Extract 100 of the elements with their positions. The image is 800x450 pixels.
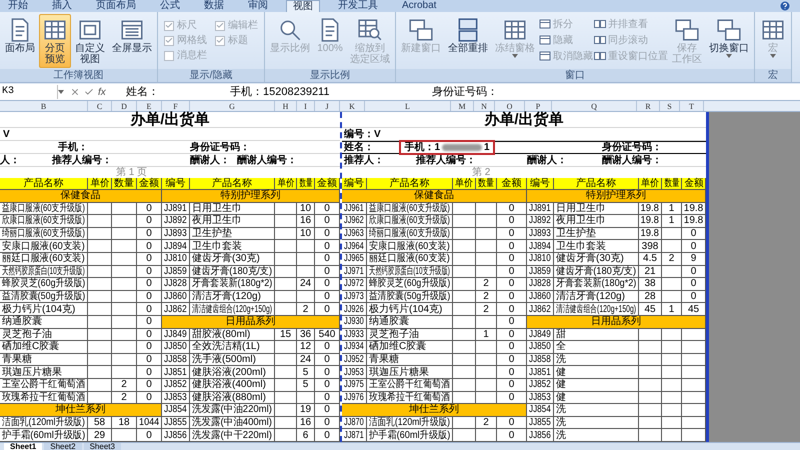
table-cell bbox=[275, 366, 297, 379]
column-header[interactable]: F bbox=[162, 101, 190, 111]
table-cell: 5 bbox=[297, 378, 315, 392]
table-cell: 0 bbox=[137, 202, 162, 216]
table-cell: JJ828 bbox=[527, 278, 554, 291]
table-cell: 全效洗洁精(1L) bbox=[190, 341, 275, 354]
table-cell bbox=[275, 378, 297, 392]
table-cell bbox=[453, 378, 476, 392]
column-header[interactable]: C bbox=[88, 101, 112, 111]
table-cell bbox=[275, 215, 297, 228]
column-header[interactable]: P bbox=[525, 101, 552, 111]
table-cell: 卫生护垫 bbox=[554, 228, 639, 240]
column-header[interactable]: D bbox=[112, 101, 137, 111]
table-cell: 纳通胶囊 bbox=[0, 316, 88, 329]
column-header[interactable]: B bbox=[0, 101, 88, 111]
table-cell: 健 bbox=[554, 378, 639, 392]
column-header[interactable]: L bbox=[365, 101, 451, 111]
column-header[interactable]: M bbox=[451, 101, 474, 111]
ribbon-button[interactable]: 全部重排 bbox=[445, 14, 491, 68]
name-box[interactable]: K3 bbox=[0, 85, 58, 99]
table-cell bbox=[88, 266, 112, 278]
info-label: 姓名： bbox=[342, 142, 374, 153]
table-cell: JJ971 bbox=[342, 266, 367, 278]
table-cell: JJ893 bbox=[162, 228, 190, 240]
table-cell: JJ849 bbox=[527, 328, 554, 342]
table-cell: 0 bbox=[682, 290, 706, 304]
table-cell: 王室公爵干红葡萄酒 bbox=[367, 378, 453, 392]
column-heading: 产品名称 bbox=[0, 178, 88, 190]
help-icon[interactable] bbox=[780, 1, 790, 11]
ribbon-button[interactable]: 面布局 bbox=[2, 14, 38, 68]
table-cell: 日用卫生巾 bbox=[554, 202, 639, 216]
ribbon-tab[interactable]: 插入 bbox=[46, 0, 78, 12]
sheet-tab[interactable]: Sheet1 bbox=[4, 442, 42, 450]
table-cell bbox=[112, 316, 137, 329]
info-label: 酬谢人编号： bbox=[237, 155, 297, 166]
ribbon-tab[interactable]: 开发工具 bbox=[332, 0, 384, 12]
windows-icon bbox=[674, 17, 700, 43]
table-cell bbox=[112, 252, 137, 266]
ribbon-button[interactable]: 分页 预览 bbox=[39, 14, 71, 68]
column-heading: 数量 bbox=[476, 178, 497, 190]
table-cell: 健齿牙膏(30克) bbox=[554, 252, 639, 266]
table-cell bbox=[662, 290, 682, 304]
table-cell: 2 bbox=[476, 278, 497, 291]
table-cell: 卫生巾套装 bbox=[190, 240, 275, 253]
column-header[interactable]: G bbox=[190, 101, 275, 111]
cancel-icon[interactable] bbox=[70, 87, 80, 97]
ribbon-tab[interactable]: 页面布局 bbox=[90, 0, 142, 12]
function-button[interactable]: fx bbox=[98, 84, 106, 100]
column-header[interactable]: I bbox=[297, 101, 315, 111]
table-cell: 夜用卫生巾 bbox=[554, 215, 639, 228]
table-cell: 0 bbox=[137, 303, 162, 316]
column-header[interactable]: E bbox=[137, 101, 162, 111]
ribbon-tab[interactable]: 数据 bbox=[198, 0, 230, 12]
table-cell bbox=[297, 392, 315, 404]
check-icon[interactable] bbox=[84, 87, 94, 97]
column-header[interactable]: Q bbox=[552, 101, 637, 111]
side-by-side-icon bbox=[594, 18, 606, 30]
column-header[interactable]: H bbox=[275, 101, 297, 111]
table-cell: 青果糖 bbox=[0, 354, 88, 366]
table-cell: 益康口服液(60支升级版) bbox=[367, 202, 453, 216]
column-header[interactable]: S bbox=[660, 101, 680, 111]
column-header[interactable]: N bbox=[474, 101, 495, 111]
ribbon-button[interactable]: 自定义 视图 bbox=[72, 14, 108, 68]
table-cell bbox=[639, 416, 662, 430]
table-cell bbox=[275, 228, 297, 240]
table-cell bbox=[476, 354, 497, 366]
ribbon-button[interactable]: 全屏显示 bbox=[109, 14, 155, 68]
table-cell: 0 bbox=[315, 228, 340, 240]
table-cell: 王室公爵干红葡萄酒 bbox=[0, 378, 88, 392]
table-cell bbox=[275, 202, 297, 216]
column-header[interactable]: K bbox=[340, 101, 365, 111]
ribbon-tab[interactable]: 公式 bbox=[154, 0, 186, 12]
table-cell: JJ926 bbox=[342, 303, 367, 316]
column-header[interactable]: R bbox=[637, 101, 660, 111]
ribbon-tab[interactable]: 视图 bbox=[286, 0, 320, 12]
column-heading: 数量 bbox=[112, 178, 137, 190]
table-cell: 天然钙胶原蛋白(10支升级版) bbox=[367, 266, 453, 278]
column-header[interactable]: J bbox=[315, 101, 340, 111]
table-cell: 健齿牙膏(180克/支) bbox=[554, 266, 639, 278]
table-cell: 欣康口服液(60支升级版) bbox=[367, 215, 453, 228]
table-cell: JJ894 bbox=[527, 240, 554, 253]
group-label: 窗口 bbox=[396, 69, 754, 82]
ribbon-tab[interactable]: 开始 bbox=[2, 0, 34, 12]
ribbon-button[interactable]: 切换窗口 bbox=[706, 14, 752, 68]
category-row: 坤仕兰系列 bbox=[0, 404, 162, 417]
table-cell bbox=[112, 240, 137, 253]
table-cell bbox=[476, 252, 497, 266]
ribbon-tab[interactable]: Acrobat bbox=[396, 0, 442, 12]
column-header[interactable]: T bbox=[680, 101, 704, 111]
table-cell: JJ858 bbox=[162, 354, 190, 366]
table-cell: JJ930 bbox=[342, 316, 367, 329]
table-cell: JJ860 bbox=[162, 290, 190, 304]
sheet-tab[interactable]: Sheet2 bbox=[44, 442, 82, 450]
sheet-tab[interactable]: Sheet3 bbox=[84, 442, 121, 450]
column-header[interactable]: O bbox=[495, 101, 525, 111]
info-label: 酬谢人： bbox=[190, 155, 230, 166]
column-heading: 单价 bbox=[275, 178, 297, 190]
table-cell: JJ860 bbox=[527, 290, 554, 304]
table-cell: 蜂胶灵芝(60g升级版) bbox=[367, 278, 453, 291]
table-cell: JJ933 bbox=[342, 328, 367, 342]
